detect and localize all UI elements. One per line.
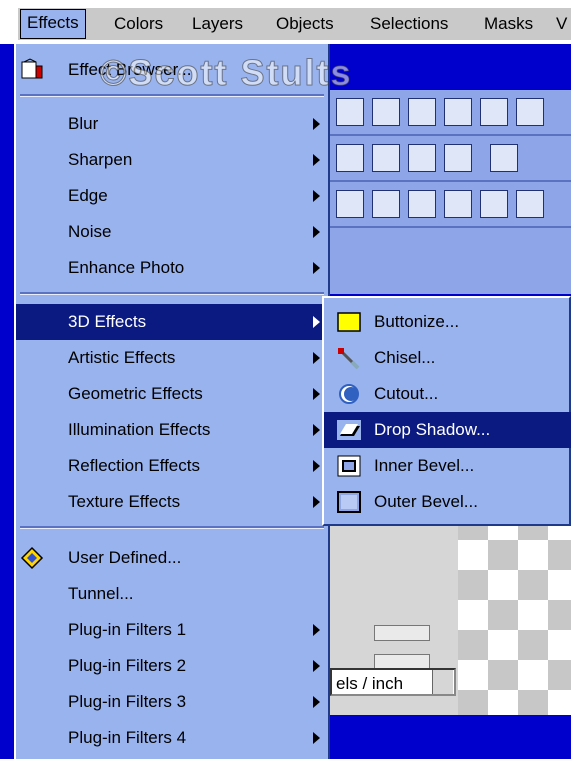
menu-item-edge[interactable]: Edge <box>16 178 328 214</box>
menu-layers[interactable]: Layers <box>186 10 249 38</box>
menu-separator <box>20 526 324 529</box>
inner-bevel-icon <box>337 455 361 477</box>
menu-masks[interactable]: Masks <box>478 10 539 38</box>
toolbar-row-2 <box>330 136 571 182</box>
toolbar-icon[interactable] <box>336 190 364 218</box>
menu-item-plugin-filters-2[interactable]: Plug-in Filters 2 <box>16 648 328 684</box>
toolbar-icon[interactable] <box>444 190 472 218</box>
submenu-arrow-icon <box>313 624 320 636</box>
submenu-item-buttonize[interactable]: Buttonize... <box>324 304 571 340</box>
submenu-arrow-icon <box>313 352 320 364</box>
toolbar-icon[interactable] <box>372 190 400 218</box>
toolbar-icon[interactable] <box>444 144 472 172</box>
3d-effects-submenu: Buttonize... Chisel... Cutout... Drop Sh… <box>322 296 571 526</box>
submenu-arrow-icon <box>313 732 320 744</box>
submenu-item-chisel[interactable]: Chisel... <box>324 340 571 376</box>
chevron-down-icon[interactable] <box>432 670 453 694</box>
submenu-arrow-icon <box>313 316 320 328</box>
menu-objects[interactable]: Objects <box>270 10 340 38</box>
submenu-arrow-icon <box>313 388 320 400</box>
toolbar-icon[interactable] <box>372 144 400 172</box>
submenu-arrow-icon <box>313 660 320 672</box>
menu-separator <box>20 94 324 97</box>
submenu-item-inner-bevel[interactable]: Inner Bevel... <box>324 448 571 484</box>
menu-colors[interactable]: Colors <box>108 10 169 38</box>
toolbar-icon[interactable] <box>444 98 472 126</box>
menu-item-illumination-effects[interactable]: Illumination Effects <box>16 412 328 448</box>
chisel-icon <box>338 348 360 370</box>
submenu-arrow-icon <box>313 154 320 166</box>
menu-v[interactable]: V <box>550 10 571 38</box>
toolbar-icon[interactable] <box>408 144 436 172</box>
left-edge <box>0 44 14 759</box>
toolbar-icon[interactable] <box>480 190 508 218</box>
submenu-item-drop-shadow[interactable]: Drop Shadow... <box>324 412 571 448</box>
submenu-arrow-icon <box>313 424 320 436</box>
toolbar-icon[interactable] <box>372 98 400 126</box>
submenu-item-outer-bevel[interactable]: Outer Bevel... <box>324 484 571 520</box>
toolbar-icon[interactable] <box>408 98 436 126</box>
cutout-icon <box>339 384 359 404</box>
menu-selections[interactable]: Selections <box>364 10 454 38</box>
menu-item-noise[interactable]: Noise <box>16 214 328 250</box>
submenu-item-cutout[interactable]: Cutout... <box>324 376 571 412</box>
effects-menu: Effect Browser... Blur Sharpen Edge Nois… <box>14 44 330 759</box>
submenu-arrow-icon <box>313 262 320 274</box>
toolbar-icon[interactable] <box>408 190 436 218</box>
toolbar-icon[interactable] <box>516 98 544 126</box>
menu-item-tunnel[interactable]: Tunnel... <box>16 576 328 612</box>
submenu-arrow-icon <box>313 190 320 202</box>
menu-item-texture-effects[interactable]: Texture Effects <box>16 484 328 520</box>
outer-bevel-icon <box>337 491 361 513</box>
toolbar-icon[interactable] <box>490 144 518 172</box>
buttonize-icon <box>337 312 361 332</box>
menu-item-plugin-filters-3[interactable]: Plug-in Filters 3 <box>16 684 328 720</box>
submenu-arrow-icon <box>313 496 320 508</box>
menu-bar: Effects Colors Layers Objects Selections… <box>0 0 571 44</box>
menu-item-user-defined[interactable]: User Defined... <box>16 540 328 576</box>
menu-item-blur[interactable]: Blur <box>16 106 328 142</box>
submenu-arrow-icon <box>313 118 320 130</box>
user-defined-icon <box>20 546 44 570</box>
menu-item-artistic-effects[interactable]: Artistic Effects <box>16 340 328 376</box>
menu-item-geometric-effects[interactable]: Geometric Effects <box>16 376 328 412</box>
submenu-arrow-icon <box>313 226 320 238</box>
palette-panel <box>330 228 571 294</box>
submenu-arrow-icon <box>313 460 320 472</box>
toolbar-icon[interactable] <box>336 144 364 172</box>
menu-item-plugin-filters-1[interactable]: Plug-in Filters 1 <box>16 612 328 648</box>
menu-item-enhance-photo[interactable]: Enhance Photo <box>16 250 328 286</box>
menu-item-plugin-filters-4[interactable]: Plug-in Filters 4 <box>16 720 328 756</box>
toolbar-row-1 <box>330 90 571 136</box>
toolbar-icon[interactable] <box>480 98 508 126</box>
drop-shadow-icon <box>337 420 361 440</box>
option-checkbox[interactable] <box>374 625 430 641</box>
effect-browser-icon <box>21 58 43 79</box>
menu-bar-inner: Effects Colors Layers Objects Selections… <box>18 8 571 40</box>
toolbar-icon[interactable] <box>516 190 544 218</box>
toolbar-row-3 <box>330 182 571 228</box>
submenu-arrow-icon <box>313 696 320 708</box>
watermark: ©Scott Stults <box>100 52 353 94</box>
toolbar-icon[interactable] <box>336 98 364 126</box>
menu-item-sharpen[interactable]: Sharpen <box>16 142 328 178</box>
menu-separator <box>20 292 324 295</box>
menu-item-reflection-effects[interactable]: Reflection Effects <box>16 448 328 484</box>
menu-item-3d-effects[interactable]: 3D Effects <box>16 304 328 340</box>
menu-effects[interactable]: Effects <box>20 9 86 39</box>
